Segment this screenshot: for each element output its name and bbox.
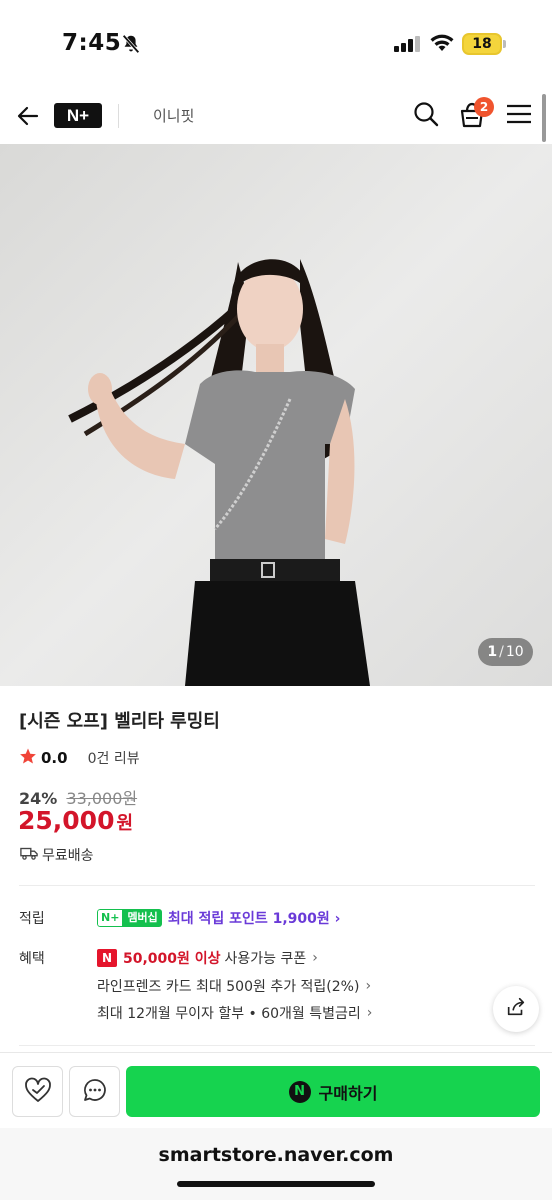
coupon-benefit[interactable]: N 50,000원 이상 사용가능 쿠폰 › <box>97 948 318 968</box>
top-navigation: N+ 이니핏 <box>0 88 552 144</box>
share-button[interactable] <box>493 986 539 1032</box>
chevron-right-icon: › <box>334 911 341 927</box>
product-image[interactable]: 1 / 10 <box>0 144 552 686</box>
naver-plus-membership-badge: N+ 멤버십 <box>97 909 162 927</box>
product-photo-illustration <box>0 144 552 686</box>
image-total-count: 10 <box>505 644 524 660</box>
naver-n-badge: N <box>97 949 117 967</box>
max-points-prefix: 최대 적립 포인트 <box>167 911 268 927</box>
chat-bubble-icon <box>82 1077 108 1107</box>
rating-row[interactable]: 0.0 0건 리뷰 <box>19 747 140 769</box>
search-icon[interactable] <box>412 100 440 132</box>
image-current-index: 1 <box>487 644 498 660</box>
section-divider <box>19 885 535 886</box>
scroll-indicator <box>542 94 546 142</box>
coupon-text: 사용가능 쿠폰 <box>224 951 307 967</box>
share-icon <box>505 996 527 1022</box>
max-points-text: 최대 적립 포인트 1,900원 › <box>168 908 341 928</box>
membership-badge-text: 멤버십 <box>123 909 162 927</box>
buy-button-label: 구매하기 <box>318 1083 378 1103</box>
battery-tip <box>503 40 506 48</box>
sale-price-unit: 원 <box>116 813 134 834</box>
cellular-signal-icon <box>394 36 422 56</box>
card-benefit-text: 라인프렌즈 카드 최대 500원 추가 적립(2%) <box>97 979 360 995</box>
coupon-amount: 50,000원 이상 <box>123 951 221 967</box>
chevron-right-icon: › <box>366 1005 373 1021</box>
rating-score: 0.0 <box>41 749 68 767</box>
installment-text: 최대 12개월 무이자 할부 • 60개월 특별금리 <box>97 1006 361 1022</box>
product-title: [시즌 오프] 벨리타 루밍티 <box>19 711 220 732</box>
review-count[interactable]: 0건 리뷰 <box>88 748 140 768</box>
buy-button[interactable]: N 구매하기 <box>126 1066 540 1117</box>
points-label: 적립 <box>19 911 45 927</box>
status-bar: 7:45 18 <box>0 0 552 88</box>
wifi-icon <box>429 33 455 57</box>
sale-price-value: 25,000 <box>18 806 115 835</box>
battery-indicator: 18 <box>462 33 502 55</box>
browser-url-bar[interactable]: smartstore.naver.com <box>0 1128 552 1200</box>
bottom-action-bar: N 구매하기 <box>0 1052 552 1128</box>
heart-check-icon <box>24 1077 52 1107</box>
truck-icon <box>20 845 42 865</box>
sale-price: 25,000 원 <box>18 806 133 835</box>
url-text[interactable]: smartstore.naver.com <box>0 1144 552 1166</box>
image-counter-separator: / <box>499 644 504 660</box>
hamburger-menu-icon[interactable] <box>506 103 532 129</box>
naver-plus-badge-text: N+ <box>97 909 124 927</box>
cart-count-badge: 2 <box>474 97 494 117</box>
nav-divider <box>118 104 119 128</box>
shipping-info: 무료배송 <box>20 845 94 865</box>
section-divider <box>19 1045 535 1046</box>
wishlist-button[interactable] <box>12 1066 63 1117</box>
installment-benefit[interactable]: 최대 12개월 무이자 할부 • 60개월 특별금리 › <box>97 1003 372 1023</box>
naver-pay-icon: N <box>288 1080 311 1103</box>
shipping-text: 무료배송 <box>42 848 94 864</box>
chevron-right-icon: › <box>365 978 372 994</box>
back-arrow-icon[interactable] <box>14 102 42 134</box>
battery-level: 18 <box>472 36 492 52</box>
star-icon <box>19 747 37 769</box>
benefits-label: 혜택 <box>19 951 45 967</box>
image-page-counter: 1 / 10 <box>478 638 533 666</box>
home-indicator[interactable] <box>177 1181 375 1187</box>
silent-bell-icon <box>120 33 142 59</box>
naver-plus-logo[interactable]: N+ <box>54 103 102 128</box>
membership-points[interactable]: N+ 멤버십 최대 적립 포인트 1,900원 › <box>97 908 340 928</box>
talk-inquiry-button[interactable] <box>69 1066 120 1117</box>
store-name[interactable]: 이니핏 <box>153 105 194 126</box>
status-time: 7:45 <box>62 30 122 56</box>
max-points-amount: 1,900원 <box>272 911 330 927</box>
chevron-right-icon: › <box>312 950 318 966</box>
card-benefit[interactable]: 라인프렌즈 카드 최대 500원 추가 적립(2%) › <box>97 976 371 996</box>
